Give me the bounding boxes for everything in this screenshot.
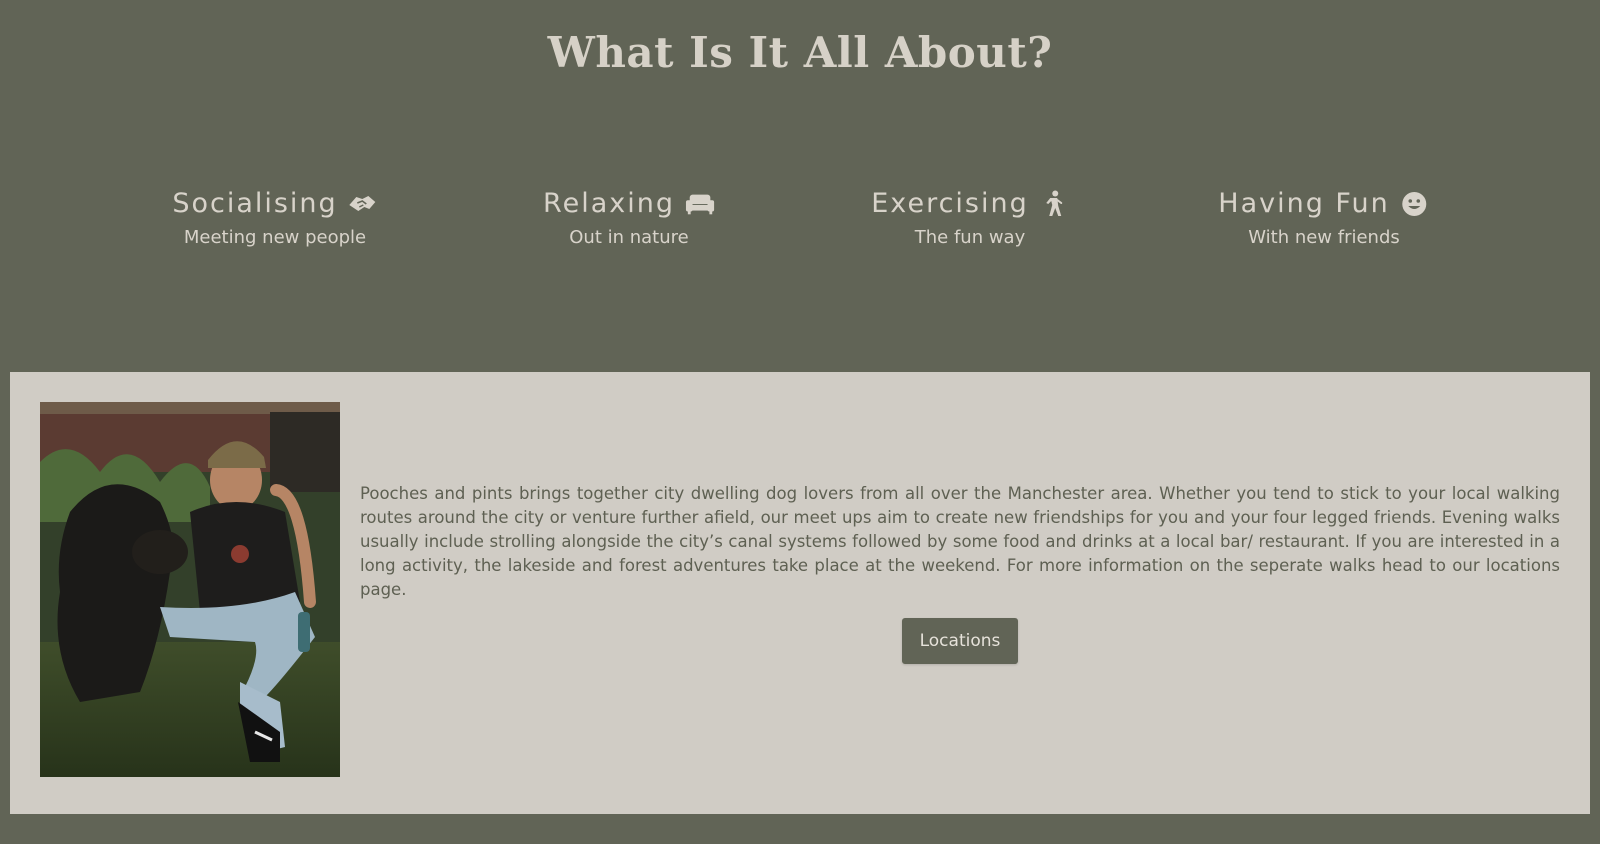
feature-relaxing: Relaxing Out in nature (543, 188, 715, 248)
feature-having-fun: Having Fun With new friends (1218, 188, 1429, 248)
feature-subtitle: The fun way (914, 227, 1026, 248)
walking-person-icon (1039, 189, 1069, 219)
feature-subtitle: Out in nature (569, 227, 689, 248)
locations-button[interactable]: Locations (902, 618, 1018, 664)
feature-subtitle: With new friends (1248, 227, 1400, 248)
man-with-dog-photo (40, 402, 340, 777)
feature-title: Exercising (871, 188, 1029, 219)
feature-subtitle: Meeting new people (183, 227, 367, 248)
page-title: What Is It All About? (547, 28, 1053, 77)
about-panel: Pooches and pints brings together city d… (10, 372, 1590, 814)
feature-exercising: Exercising The fun way (871, 188, 1069, 248)
feature-socialising: Socialising Meeting new people (172, 188, 377, 248)
handshake-icon (348, 189, 378, 219)
feature-title: Socialising (172, 188, 338, 219)
feature-title: Relaxing (543, 188, 675, 219)
couch-icon (685, 189, 715, 219)
smiley-face-icon (1400, 189, 1430, 219)
about-text: Pooches and pints brings together city d… (360, 484, 1560, 599)
feature-title: Having Fun (1218, 188, 1390, 219)
